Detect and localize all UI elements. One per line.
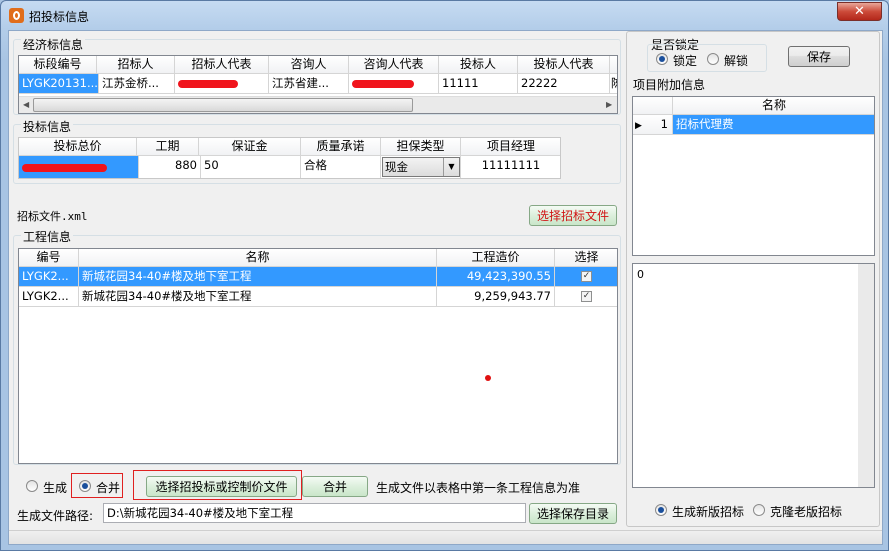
guarantee-type-value: 现金 [385,160,408,174]
output-path-input[interactable]: D:\新城花园34-40#楼及地下室工程 [103,503,526,523]
app-icon [9,8,24,23]
bid-cell-deposit[interactable]: 50 [201,156,301,178]
econ-col-header[interactable]: 咨询人代表 [349,56,439,74]
project-row-select[interactable]: ✓ [555,267,617,287]
main-window: 招投标信息 ✕ 经济标信息 标段编号 招标人 招标人代表 咨询人 咨询人代表 投… [0,0,889,551]
select-save-dir-button[interactable]: 选择保存目录 [529,503,617,524]
scroll-right-icon[interactable]: ▶ [606,100,612,109]
econ-cell-consultant[interactable]: 江苏省建... [269,74,349,94]
project-col-header[interactable]: 编号 [19,249,79,267]
extra-row-indicator[interactable]: ▶ 1 [633,115,673,135]
econ-cell-truncated[interactable]: 陈 [610,74,617,94]
checkbox-checked-icon[interactable]: ✓ [581,291,592,302]
econ-cell-tenderer[interactable]: 江苏金桥... [99,74,175,94]
econ-cell-code[interactable]: LYGK20131... [19,74,99,94]
project-row-code[interactable]: LYGK2... [19,267,79,287]
extra-row-header-corner [633,97,673,115]
clone-version-label[interactable]: 克隆老版招标 [770,503,842,520]
select-bid-file-button[interactable]: 选择招投标或控制价文件 [146,476,297,497]
merge-button[interactable]: 合并 [302,476,368,497]
project-title: 工程信息 [21,228,74,245]
extra-col-header[interactable]: 名称 [673,97,874,115]
extra-memo[interactable]: 0 [632,263,875,488]
project-row-cost[interactable]: 49,423,390.55 [437,267,555,287]
bid-cell-guarantee[interactable]: 现金 ▼ [381,156,461,178]
bid-col-header[interactable]: 担保类型 [381,138,461,156]
econ-cell-consultant-rep[interactable] [349,74,439,94]
project-grid[interactable]: 编号 名称 工程造价 选择 LYGK2... 新城花园34-40#楼及地下室工程… [18,248,618,464]
bid-cell-period[interactable]: 880 [139,156,201,178]
guarantee-type-select[interactable]: 现金 ▼ [382,157,460,177]
merge-radio[interactable] [79,480,91,492]
econ-col-header[interactable]: 招标人 [97,56,175,74]
project-row-cost[interactable]: 9,259,943.77 [437,287,555,307]
bid-cell-quality[interactable]: 合格 [301,156,381,178]
select-tender-file-button[interactable]: 选择招标文件 [529,205,617,226]
project-col-header[interactable]: 选择 [555,249,617,267]
merge-radio-label[interactable]: 合并 [96,479,120,496]
econ-cell-tenderer-rep[interactable] [175,74,269,94]
extra-grid[interactable]: 名称 ▶ 1 招标代理费 [632,96,875,256]
output-path-label: 生成文件路径: [17,509,94,523]
bid-col-header[interactable]: 质量承诺 [301,138,381,156]
econ-grid[interactable]: 标段编号 招标人 招标人代表 咨询人 咨询人代表 投标人 投标人代表 LYGK2… [18,55,618,114]
redaction-mark [352,79,414,88]
project-col-header[interactable]: 工程造价 [437,249,555,267]
econ-col-header[interactable]: 标段编号 [19,56,97,74]
econ-col-header[interactable]: 咨询人 [269,56,349,74]
save-button[interactable]: 保存 [788,46,850,67]
unlocked-radio[interactable] [707,53,719,65]
bid-grid[interactable]: 投标总价 工期 保证金 质量承诺 担保类型 项目经理 880 50 合格 现金 … [18,137,561,179]
econ-cell-bidder-rep[interactable]: 22222 [518,74,610,94]
window-title: 招投标信息 [29,10,90,24]
econ-hscrollbar[interactable]: ◀ ▶ [19,96,617,113]
project-row-select[interactable]: ✓ [555,287,617,307]
extra-row-name[interactable]: 招标代理费 [673,115,874,135]
redaction-mark [178,79,238,88]
extra-title: 项目附加信息 [633,78,706,92]
tender-file-label: 招标文件.xml [17,210,88,223]
bid-title: 投标信息 [21,118,74,135]
econ-cell-bidder[interactable]: 11111 [439,74,518,94]
bid-col-header[interactable]: 保证金 [199,138,301,156]
chevron-down-icon[interactable]: ▼ [443,158,459,176]
econ-col-header[interactable]: 招标人代表 [175,56,269,74]
project-row-name[interactable]: 新城花园34-40#楼及地下室工程 [79,287,437,307]
locked-radio-label[interactable]: 锁定 [673,52,697,69]
bid-col-header[interactable]: 投标总价 [19,138,137,156]
new-version-radio[interactable] [655,504,667,516]
bid-col-header[interactable]: 工期 [137,138,199,156]
close-button[interactable]: ✕ [837,2,882,21]
bid-col-header[interactable]: 项目经理 [461,138,560,156]
generate-radio[interactable] [26,480,38,492]
econ-col-header-extra [610,56,617,74]
econ-col-header[interactable]: 投标人 [439,56,518,74]
unlocked-radio-label[interactable]: 解锁 [724,52,748,69]
row-pointer-icon: ▶ [635,121,642,131]
locked-radio[interactable] [656,53,668,65]
redaction-mark [22,163,107,172]
project-col-header[interactable]: 名称 [79,249,437,267]
extra-row-number: 1 [660,117,668,131]
client-area: 经济标信息 标段编号 招标人 招标人代表 咨询人 咨询人代表 投标人 投标人代表… [8,30,883,545]
econ-title: 经济标信息 [21,36,86,53]
merge-note: 生成文件以表格中第一条工程信息为准 [376,481,581,495]
cursor-dot [485,375,491,381]
scroll-left-icon[interactable]: ◀ [23,100,29,109]
new-version-label[interactable]: 生成新版招标 [672,503,744,520]
bid-cell-manager[interactable]: 11111111 [461,156,560,178]
econ-col-header[interactable]: 投标人代表 [518,56,610,74]
checkbox-checked-icon[interactable]: ✓ [581,271,592,282]
memo-text[interactable]: 0 [637,268,644,281]
project-row-name[interactable]: 新城花园34-40#楼及地下室工程 [79,267,437,287]
clone-version-radio[interactable] [753,504,765,516]
generate-radio-label[interactable]: 生成 [43,479,67,496]
status-bar [9,530,882,544]
memo-vscrollbar[interactable] [858,264,874,487]
project-row-code[interactable]: LYGK2... [19,287,79,307]
scroll-thumb[interactable] [33,98,413,112]
bid-cell-total[interactable] [19,156,139,178]
